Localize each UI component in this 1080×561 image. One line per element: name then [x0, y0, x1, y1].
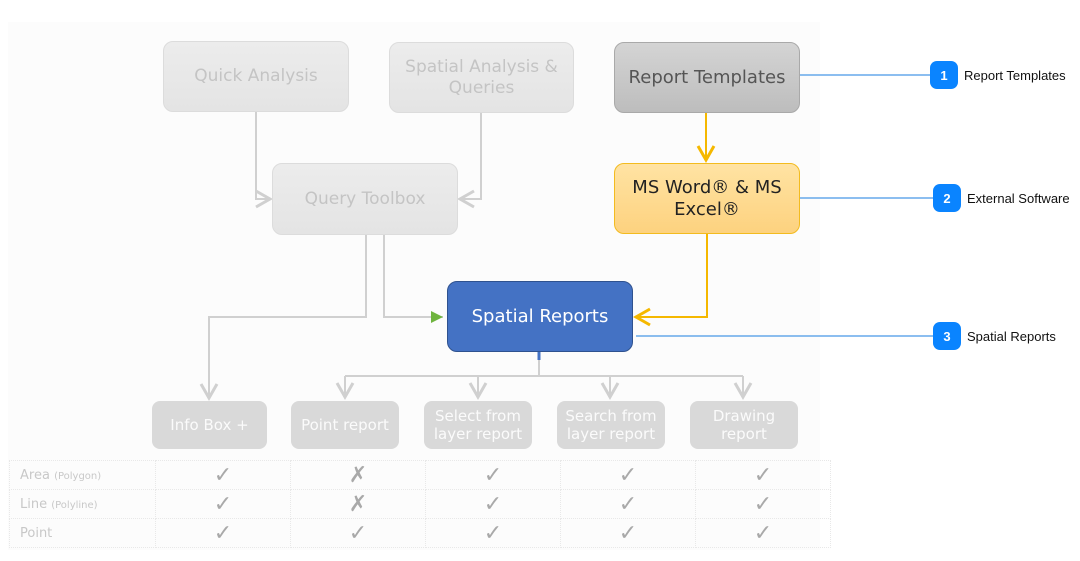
node-report-templates: Report Templates	[614, 42, 800, 113]
row-label: Area (Polygon)	[9, 460, 156, 490]
support-mark-icon: ✓	[695, 489, 831, 519]
support-mark-icon: ✓	[695, 460, 831, 490]
support-mark-icon: ✓	[560, 489, 696, 519]
callout-number-badge: 3	[933, 322, 961, 350]
geometry-support-matrix: Area (Polygon) ✓ ✗ ✓ ✓ ✓ Line (Polyline)…	[9, 460, 831, 548]
connector-quick-to-toolbox	[255, 112, 274, 209]
connector-msoffice-to-spatial-reports	[632, 234, 708, 327]
callout-label: Spatial Reports	[967, 328, 1056, 344]
row-label: Point	[9, 518, 156, 548]
node-quick-analysis: Quick Analysis	[163, 41, 349, 112]
callout-1: 1 Report Templates	[930, 61, 1066, 89]
node-ms-word-excel: MS Word® & MS Excel®	[614, 163, 800, 234]
table-row: Line (Polyline) ✓ ✗ ✓ ✓ ✓	[9, 489, 831, 519]
support-mark-icon: ✓	[290, 518, 426, 548]
support-mark-icon: ✗	[290, 460, 426, 490]
report-type-info-box: Info Box +	[152, 401, 267, 449]
support-mark-icon: ✓	[425, 460, 561, 490]
support-mark-icon: ✗	[290, 489, 426, 519]
table-row: Point ✓ ✓ ✓ ✓ ✓	[9, 518, 831, 548]
callout-number-badge: 1	[930, 61, 958, 89]
support-mark-icon: ✓	[425, 489, 561, 519]
connector-toolbox-to-infobox	[199, 235, 367, 402]
report-type-drawing: Drawing report	[690, 401, 798, 449]
row-label: Line (Polyline)	[9, 489, 156, 519]
report-type-select-from-layer: Select from layer report	[424, 401, 532, 449]
node-spatial-reports: Spatial Reports	[447, 281, 633, 352]
support-mark-icon: ✓	[155, 489, 291, 519]
report-type-point: Point report	[291, 401, 399, 449]
support-mark-icon: ✓	[425, 518, 561, 548]
connector-spatial-to-toolbox	[456, 112, 482, 209]
connector-toolbox-to-spatial-reports	[383, 235, 443, 323]
support-mark-icon: ✓	[695, 518, 831, 548]
node-spatial-analysis-queries: Spatial Analysis & Queries	[389, 42, 574, 113]
node-query-toolbox: Query Toolbox	[272, 163, 458, 235]
connector-spatial-reports-branch	[345, 360, 743, 377]
support-mark-icon: ✓	[155, 518, 291, 548]
callout-3: 3 Spatial Reports	[933, 322, 1056, 350]
callout-label: Report Templates	[964, 67, 1066, 83]
callout-2: 2 External Software	[933, 184, 1070, 212]
callout-label: External Software	[967, 190, 1070, 206]
table-row: Area (Polygon) ✓ ✗ ✓ ✓ ✓	[9, 460, 831, 490]
support-mark-icon: ✓	[155, 460, 291, 490]
report-type-search-from-layer: Search from layer report	[557, 401, 665, 449]
support-mark-icon: ✓	[560, 518, 696, 548]
callout-number-badge: 2	[933, 184, 961, 212]
support-mark-icon: ✓	[560, 460, 696, 490]
